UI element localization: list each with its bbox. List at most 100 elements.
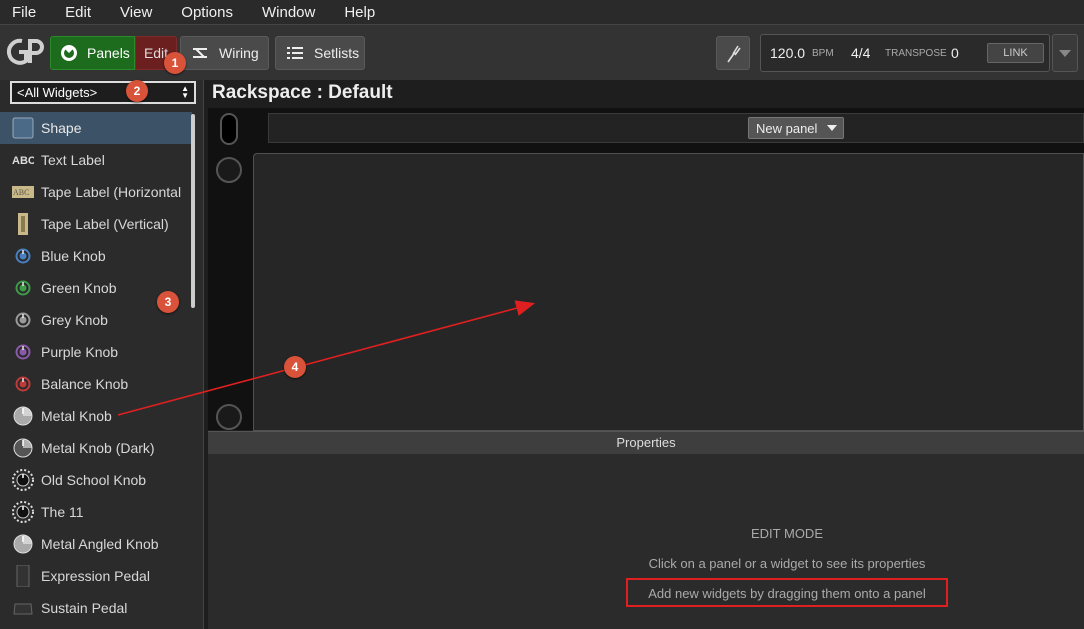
widget-item-label: Tape Label (Vertical)	[41, 216, 169, 232]
transport-display: 120.0 BPM 4/4 TRANSPOSE 0 LINK	[760, 34, 1050, 72]
annotation-badge-4: 4	[284, 356, 306, 378]
widget-item-label: Sustain Pedal	[41, 600, 128, 616]
chevron-down-icon	[827, 125, 838, 131]
list-icon	[287, 47, 303, 59]
app-logo-icon	[6, 38, 44, 65]
panels-icon	[61, 45, 77, 61]
widget-item-old-school-knob[interactable]: Old School Knob	[0, 464, 192, 496]
widget-item-label: The 11	[41, 504, 84, 520]
time-signature[interactable]: 4/4	[851, 45, 870, 61]
panels-label: Panels	[87, 45, 130, 61]
setlists-label: Setlists	[314, 45, 360, 61]
new-panel-label: New panel	[756, 120, 818, 136]
annotation-badge-2: 2	[126, 80, 148, 102]
widget-item-label: Purple Knob	[41, 344, 119, 360]
tuner-button[interactable]	[716, 36, 750, 70]
bpm-label: BPM	[812, 48, 834, 59]
widget-item-expression-pedal[interactable]: Expression Pedal	[0, 560, 192, 592]
rail-screw	[216, 404, 242, 430]
widget-item-balance-knob[interactable]: Balance Knob	[0, 368, 192, 400]
widget-item-blue-knob[interactable]: Blue Knob	[0, 240, 192, 272]
panel-canvas[interactable]	[253, 153, 1084, 431]
hint-highlight-box	[626, 578, 948, 607]
setlists-button[interactable]: Setlists	[275, 36, 365, 70]
chevron-down-icon	[1059, 49, 1071, 57]
rackspace-title: Rackspace : Default	[212, 82, 393, 103]
wiring-icon	[193, 48, 207, 58]
widget-item-metal-knob[interactable]: Metal Knob	[0, 400, 192, 432]
expression-pedal-icon	[12, 565, 34, 587]
widget-item-metal-knob-dark[interactable]: Metal Knob (Dark)	[0, 432, 192, 464]
menu-window[interactable]: Window	[262, 4, 315, 21]
widget-item-metal-angled-knob[interactable]: Metal Angled Knob	[0, 528, 192, 560]
link-button[interactable]: LINK	[987, 43, 1044, 63]
rail-slot	[220, 113, 238, 145]
widget-item-label: Old School Knob	[41, 472, 147, 488]
widget-item-label: Text Label	[41, 152, 105, 168]
menu-edit[interactable]: Edit	[65, 4, 91, 21]
wiring-label: Wiring	[219, 45, 259, 61]
sidebar-scrollbar[interactable]	[191, 114, 195, 308]
widget-item-tape-horizontal[interactable]: ABC Tape Label (Horizontal	[0, 176, 192, 208]
transpose-label: TRANSPOSE	[885, 48, 947, 59]
widget-list: Shape ABC Text Label ABC Tape Label (Horizon…	[0, 112, 192, 624]
widget-item-label: Metal Knob	[41, 408, 112, 424]
menu-bar: File Edit View Options Window Help	[0, 0, 1084, 24]
annotation-badge-1: 1	[164, 52, 186, 74]
widget-item-abc[interactable]: ABC Text Label	[0, 144, 192, 176]
toolbar-menu-button[interactable]	[1052, 34, 1078, 72]
grey-knob-icon	[12, 309, 34, 331]
green-knob-icon	[12, 277, 34, 299]
widget-item-label: Shape	[41, 120, 82, 136]
toolbar: Panels Edit Wiring Setlists 120.0 BPM 4/…	[0, 24, 1084, 80]
the-11-knob-icon	[12, 501, 34, 523]
up-down-arrows-icon: ▲ ▼	[181, 84, 189, 100]
metal-knob-icon	[12, 405, 34, 427]
edit-mode-label: EDIT MODE	[751, 526, 823, 541]
widget-item-label: Tape Label (Horizontal	[41, 184, 182, 200]
widget-item-the-11-knob[interactable]: The 11	[0, 496, 192, 528]
svg-text:ABC: ABC	[13, 188, 29, 197]
panels-button[interactable]: Panels	[50, 36, 135, 70]
panel-header-bar	[268, 113, 1084, 143]
wiring-button[interactable]: Wiring	[180, 36, 269, 70]
annotation-badge-3: 3	[157, 291, 179, 313]
widget-item-label: Metal Angled Knob	[41, 536, 159, 552]
widget-item-shape[interactable]: Shape	[0, 112, 192, 144]
balance-knob-icon	[12, 373, 34, 395]
shape-icon	[12, 117, 34, 139]
widget-item-label: Balance Knob	[41, 376, 129, 392]
svg-text:ABC: ABC	[12, 155, 34, 167]
blue-knob-icon	[12, 245, 34, 267]
tape-vertical-icon	[12, 213, 34, 235]
bpm-value[interactable]: 120.0	[770, 45, 805, 61]
widget-filter-value: <All Widgets>	[17, 85, 98, 100]
tuning-fork-icon	[727, 45, 741, 63]
widget-item-label: Metal Knob (Dark)	[41, 440, 155, 456]
metal-angled-knob-icon	[12, 533, 34, 555]
widget-item-purple-knob[interactable]: Purple Knob	[0, 336, 192, 368]
tape-horizontal-icon: ABC	[12, 181, 34, 203]
sustain-pedal-icon	[12, 597, 34, 619]
menu-view[interactable]: View	[120, 4, 152, 21]
widget-item-label: Blue Knob	[41, 248, 106, 264]
menu-file[interactable]: File	[12, 4, 36, 21]
properties-hint: Click on a panel or a widget to see its …	[648, 556, 926, 571]
menu-help[interactable]: Help	[344, 4, 375, 21]
new-panel-dropdown[interactable]: New panel	[748, 117, 844, 139]
widget-sidebar: <All Widgets> ▲ ▼ Shape ABC Text Label ABC Ta…	[0, 80, 204, 629]
purple-knob-icon	[12, 341, 34, 363]
transpose-value[interactable]: 0	[951, 45, 959, 61]
old-school-knob-icon	[12, 469, 34, 491]
properties-header: Properties	[208, 431, 1084, 454]
metal-knob-dark-icon	[12, 437, 34, 459]
widget-item-label: Expression Pedal	[41, 568, 150, 584]
widget-item-sustain-pedal[interactable]: Sustain Pedal	[0, 592, 192, 624]
widget-item-label: Grey Knob	[41, 312, 108, 328]
menu-options[interactable]: Options	[181, 4, 233, 21]
rail-screw	[216, 157, 242, 183]
widget-item-tape-vertical[interactable]: Tape Label (Vertical)	[0, 208, 192, 240]
widget-item-label: Green Knob	[41, 280, 117, 296]
widget-filter-select[interactable]: <All Widgets> ▲ ▼	[10, 81, 196, 104]
abc-icon: ABC	[12, 149, 34, 171]
